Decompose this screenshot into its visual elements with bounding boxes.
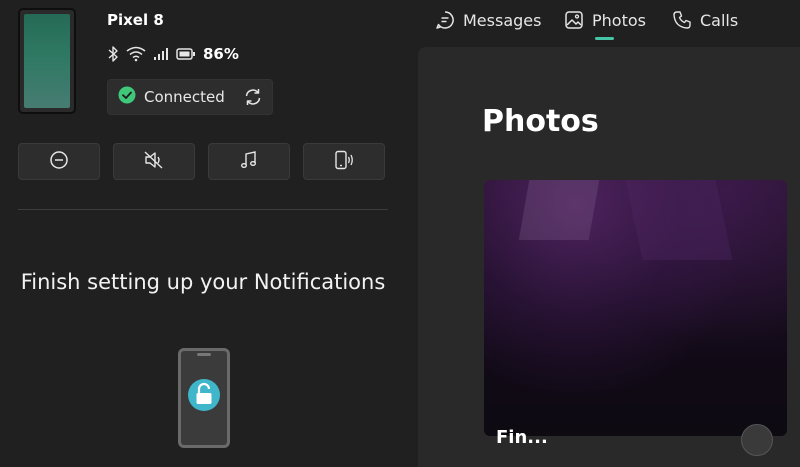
device-panel: Pixel 8 86% Connected Finish setting up … <box>0 0 405 448</box>
do-not-disturb-button[interactable] <box>18 143 100 180</box>
divider <box>18 209 388 210</box>
quick-actions <box>18 143 385 180</box>
phone-lock-illustration <box>178 348 230 448</box>
photo-more-button[interactable] <box>741 424 773 456</box>
phone-wallpaper <box>24 14 70 108</box>
battery-percent: 86% <box>203 45 239 63</box>
recent-photo-thumbnail[interactable] <box>484 180 787 436</box>
wifi-icon <box>126 46 146 62</box>
message-icon <box>435 10 455 30</box>
phone-ring-icon <box>333 150 355 174</box>
selected-tab-indicator <box>595 37 614 40</box>
do-not-disturb-icon <box>49 150 69 174</box>
device-name: Pixel 8 <box>107 11 164 29</box>
tab-photos[interactable]: Photos <box>564 6 646 34</box>
status-row: 86% <box>107 42 239 66</box>
signal-icon <box>153 47 169 61</box>
lock-icon <box>187 378 221 416</box>
ring-phone-button[interactable] <box>303 143 385 180</box>
tab-messages-label: Messages <box>463 10 542 30</box>
mute-icon <box>143 150 165 174</box>
battery-icon <box>176 47 196 61</box>
tab-calls-label: Calls <box>700 10 739 30</box>
setup-notifications-title: Finish setting up your Notifications <box>20 270 386 294</box>
photo-detail <box>518 180 600 240</box>
phone-notch <box>197 353 211 356</box>
check-circle-icon <box>118 86 136 108</box>
mute-button[interactable] <box>113 143 195 180</box>
media-button[interactable] <box>208 143 290 180</box>
tab-photos-label: Photos <box>592 10 646 30</box>
photo-detail <box>625 180 733 260</box>
music-icon <box>240 150 258 174</box>
photo-icon <box>564 10 584 30</box>
sync-icon[interactable] <box>243 87 263 111</box>
photo-caption: Fin... <box>496 427 548 448</box>
phone-icon <box>672 10 692 30</box>
photos-heading: Photos <box>482 104 599 139</box>
phone-thumbnail <box>18 8 76 114</box>
connection-status-label: Connected <box>144 88 225 106</box>
bluetooth-icon <box>107 45 119 63</box>
connection-status-pill: Connected <box>107 79 273 115</box>
tab-messages[interactable]: Messages <box>435 6 541 34</box>
tab-calls[interactable]: Calls <box>672 6 738 34</box>
